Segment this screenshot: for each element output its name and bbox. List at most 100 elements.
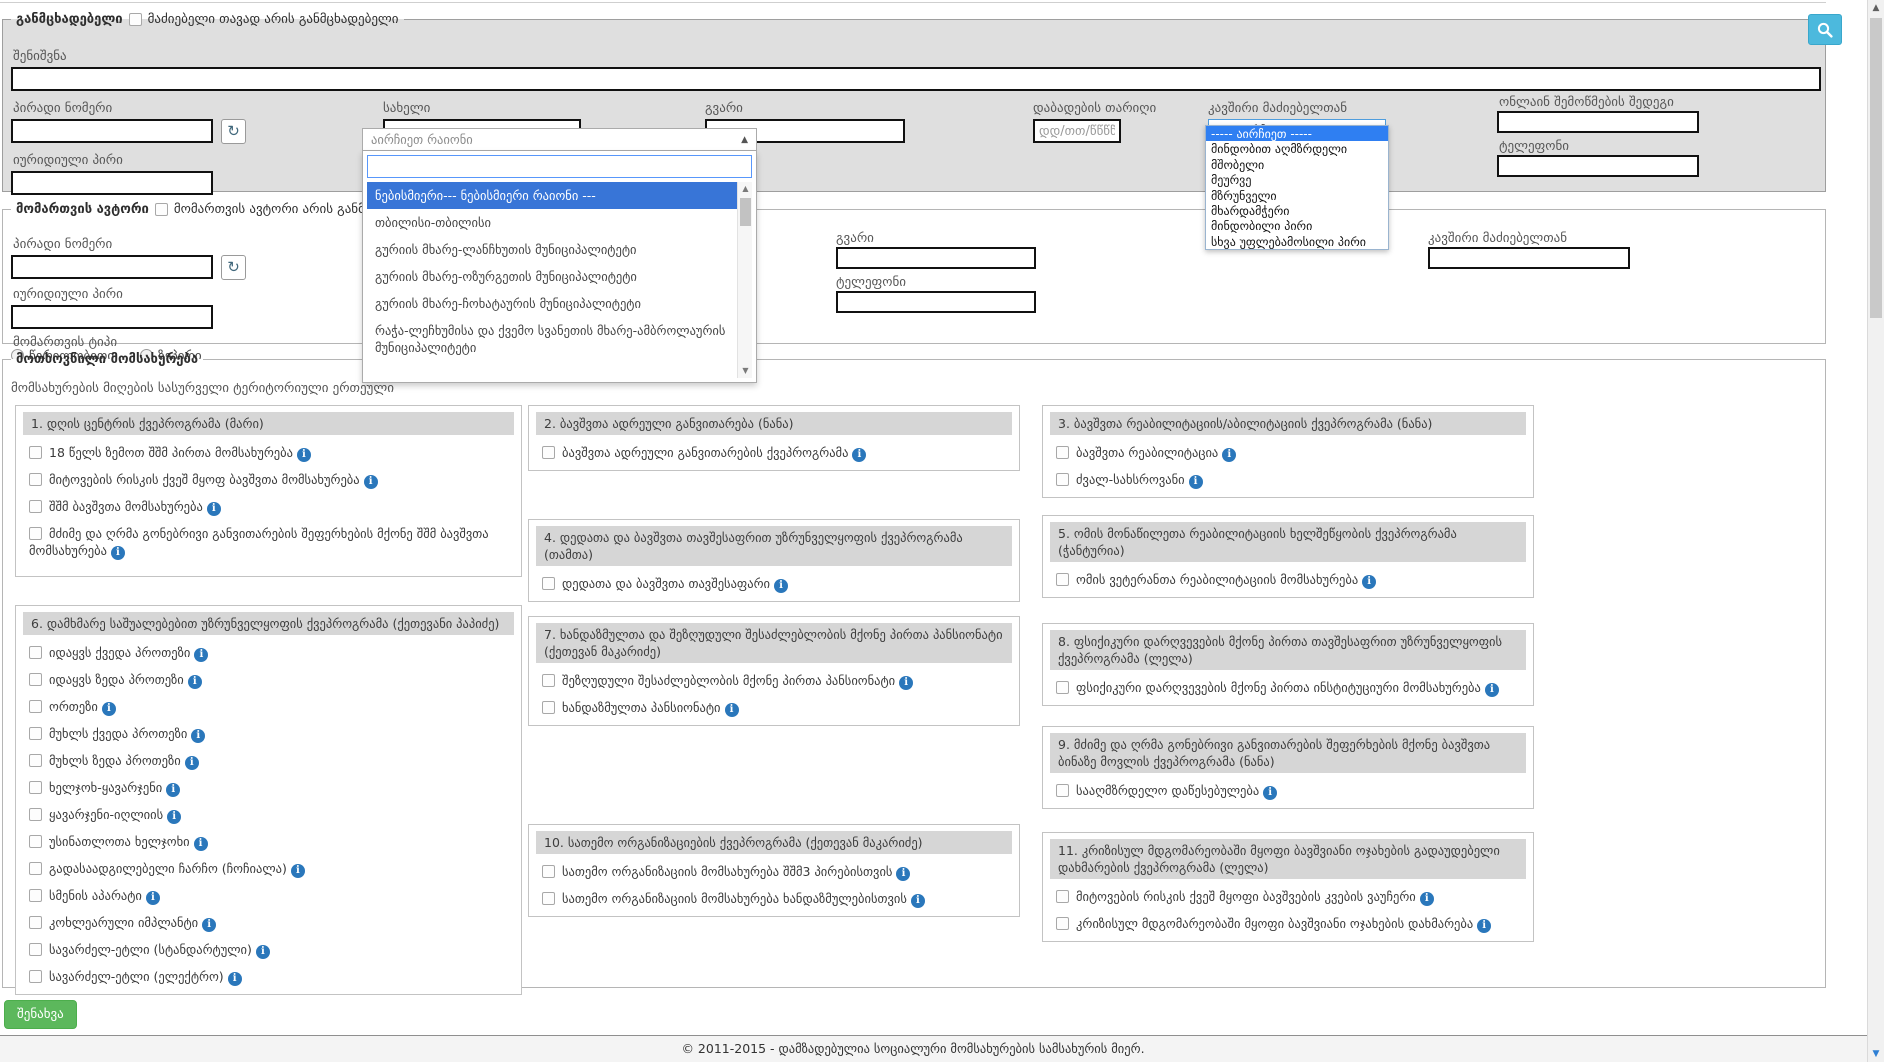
info-icon[interactable]: i (1222, 448, 1236, 462)
scroll-down-icon[interactable]: ▼ (1868, 1046, 1884, 1062)
scrollbar-thumb[interactable] (740, 198, 751, 226)
scroll-up-icon[interactable]: ▲ (738, 182, 752, 196)
scrollbar-thumb[interactable] (1870, 18, 1882, 318)
service-checkbox[interactable] (29, 862, 42, 875)
info-icon[interactable]: i (194, 837, 208, 851)
info-icon[interactable]: i (194, 648, 208, 662)
service-checkbox[interactable] (1056, 473, 1069, 486)
info-icon[interactable]: i (725, 703, 739, 717)
region-option[interactable]: ნებისმიერი--- ნებისმიერი რაიონი --- (367, 182, 752, 209)
service-checkbox[interactable] (29, 473, 42, 486)
service-checkbox[interactable] (1056, 784, 1069, 797)
relation-option[interactable]: ----- აირჩიეთ ----- (1206, 126, 1388, 141)
service-checkbox[interactable] (29, 727, 42, 740)
service-checkbox[interactable] (29, 754, 42, 767)
service-checkbox[interactable] (1056, 446, 1069, 459)
relation-option[interactable]: მხარდამჭერი (1206, 203, 1388, 218)
window-scrollbar[interactable]: ▲ ▼ (1867, 0, 1884, 1062)
service-checkbox[interactable] (542, 674, 555, 687)
service-checkbox[interactable] (1056, 681, 1069, 694)
author-phone-input[interactable] (836, 291, 1036, 313)
info-icon[interactable]: i (1420, 892, 1434, 906)
region-option[interactable]: რაჭა-ლეჩხუმისა და ქვემო სვანეთის მხარე-ა… (367, 317, 752, 361)
region-option[interactable]: გურიის მხარე-ოზურგეთის მუნიციპალიტეტი (367, 263, 752, 290)
region-combobox[interactable]: აირჩიეთ რაიონი ▲ (362, 128, 757, 151)
relation-option[interactable]: მშობელი (1206, 157, 1388, 172)
info-icon[interactable]: i (111, 546, 125, 560)
relation-option[interactable]: მინდობილი პირი (1206, 218, 1388, 233)
relation-option[interactable]: სხვა უფლებამოსილი პირი (1206, 234, 1388, 249)
legal-person-input[interactable] (11, 171, 213, 195)
author-last-name-input[interactable] (836, 247, 1036, 269)
relation-option[interactable]: მზრუნველი (1206, 188, 1388, 203)
author-is-applicant-checkbox[interactable] (155, 203, 168, 216)
note-input[interactable] (11, 67, 1821, 91)
service-checkbox[interactable] (29, 527, 42, 540)
service-checkbox[interactable] (29, 446, 42, 459)
info-icon[interactable]: i (202, 918, 216, 932)
info-icon[interactable]: i (1362, 575, 1376, 589)
info-icon[interactable]: i (1189, 475, 1203, 489)
info-icon[interactable]: i (191, 729, 205, 743)
service-checkbox[interactable] (1056, 890, 1069, 903)
service-checkbox[interactable] (29, 700, 42, 713)
info-icon[interactable]: i (364, 475, 378, 489)
info-icon[interactable]: i (774, 579, 788, 593)
info-icon[interactable]: i (899, 676, 913, 690)
service-checkbox[interactable] (29, 970, 42, 983)
relation-option[interactable]: მეურვე (1206, 172, 1388, 187)
service-checkbox[interactable] (29, 808, 42, 821)
service-checkbox[interactable] (1056, 573, 1069, 586)
info-icon[interactable]: i (207, 502, 221, 516)
info-icon[interactable]: i (256, 945, 270, 959)
phone-input[interactable] (1497, 155, 1699, 177)
online-check-input[interactable] (1497, 111, 1699, 133)
service-checkbox[interactable] (29, 943, 42, 956)
service-checkbox[interactable] (1056, 917, 1069, 930)
info-icon[interactable]: i (167, 810, 181, 824)
scroll-up-icon[interactable]: ▲ (1868, 0, 1884, 16)
service-checkbox[interactable] (29, 646, 42, 659)
service-checkbox[interactable] (542, 865, 555, 878)
service-checkbox[interactable] (29, 500, 42, 513)
service-checkbox[interactable] (29, 889, 42, 902)
author-legal-person-input[interactable] (11, 305, 213, 329)
author-personal-number-input[interactable] (11, 255, 213, 279)
scroll-down-icon[interactable]: ▼ (738, 364, 752, 378)
info-icon[interactable]: i (1477, 919, 1491, 933)
author-relation-input[interactable] (1428, 247, 1630, 269)
region-option[interactable]: გურიის მხარე-ჩოხატაურის მუნიციპალიტეტი (367, 290, 752, 317)
info-icon[interactable]: i (102, 702, 116, 716)
relation-option[interactable]: მინდობით აღმზრდელი (1206, 141, 1388, 156)
service-checkbox[interactable] (29, 781, 42, 794)
info-icon[interactable]: i (297, 448, 311, 462)
region-option[interactable]: გურიის მხარე-ლანჩხუთის მუნიციპალიტეტი (367, 236, 752, 263)
refresh-icon[interactable]: ↻ (221, 255, 246, 280)
info-icon[interactable]: i (1263, 786, 1277, 800)
info-icon[interactable]: i (146, 891, 160, 905)
info-icon[interactable]: i (1485, 683, 1499, 697)
save-button[interactable]: შენახვა (4, 1000, 77, 1029)
info-icon[interactable]: i (896, 867, 910, 881)
info-icon[interactable]: i (852, 448, 866, 462)
service-checkbox[interactable] (29, 835, 42, 848)
service-checkbox[interactable] (29, 673, 42, 686)
region-search-input[interactable] (367, 155, 752, 178)
search-button[interactable] (1808, 14, 1842, 45)
service-checkbox[interactable] (542, 577, 555, 590)
service-checkbox[interactable] (542, 446, 555, 459)
info-icon[interactable]: i (188, 675, 202, 689)
info-icon[interactable]: i (911, 894, 925, 908)
region-option[interactable]: თბილისი-თბილისი (367, 209, 752, 236)
self-applicant-checkbox[interactable] (129, 13, 142, 26)
service-checkbox[interactable] (542, 892, 555, 905)
service-checkbox[interactable] (29, 916, 42, 929)
info-icon[interactable]: i (166, 783, 180, 797)
refresh-icon[interactable]: ↻ (221, 119, 246, 144)
service-checkbox[interactable] (542, 701, 555, 714)
birth-date-input[interactable] (1033, 119, 1121, 143)
info-icon[interactable]: i (291, 864, 305, 878)
info-icon[interactable]: i (228, 972, 242, 986)
personal-number-input[interactable] (11, 119, 213, 143)
region-list-scrollbar[interactable]: ▲ ▼ (737, 182, 752, 378)
